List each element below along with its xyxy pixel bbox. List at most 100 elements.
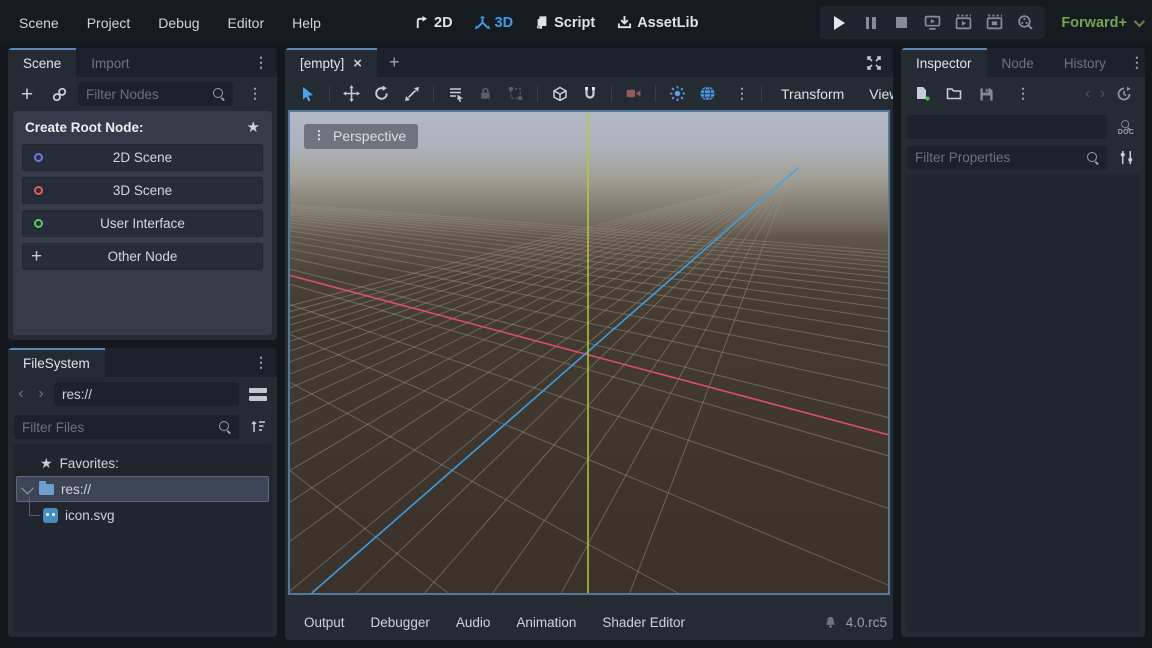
workspace-script-button[interactable]: Script (535, 15, 595, 31)
3d-viewport[interactable]: ⋮ Perspective (288, 110, 890, 595)
bottom-panel-bar: Output Debugger Audio Animation Shader E… (285, 604, 893, 640)
stop-button[interactable] (891, 12, 913, 34)
create-2d-scene-button[interactable]: 2D Scene (22, 144, 263, 171)
doc-search-icon (1120, 119, 1131, 130)
notification-bell-icon[interactable] (823, 615, 838, 630)
open-docs-button[interactable]: DOC (1113, 118, 1139, 136)
history-back-button[interactable]: ‹ (14, 385, 28, 403)
tree-item-root[interactable]: res:// (16, 476, 269, 502)
play-scene-button[interactable] (952, 12, 974, 34)
pause-button[interactable] (860, 12, 882, 34)
menu-scene[interactable]: Scene (14, 15, 73, 31)
play-scene-icon (955, 14, 972, 31)
tab-scene[interactable]: Scene (8, 48, 76, 77)
scene-dock-menu-button[interactable]: ⋮ (245, 48, 277, 77)
menu-debug[interactable]: Debug (144, 15, 213, 31)
create-other-node-button[interactable]: + Other Node (22, 243, 263, 270)
resource-name-field[interactable] (907, 115, 1107, 139)
edit-back-button[interactable]: ‹ (1081, 85, 1094, 103)
renderer-select[interactable]: Forward+ (1061, 0, 1142, 45)
close-tab-icon[interactable]: × (353, 55, 362, 72)
scale-tool-button[interactable] (398, 81, 425, 107)
tree-item-icon-svg[interactable]: icon.svg (13, 502, 272, 528)
workspace-3d-button[interactable]: 3D (475, 15, 514, 31)
view-menu[interactable]: View (858, 86, 893, 102)
bottom-tab-animation[interactable]: Animation (503, 615, 589, 630)
menu-help[interactable]: Help (278, 15, 335, 31)
create-3d-scene-button[interactable]: 3D Scene (22, 177, 263, 204)
tab-inspector[interactable]: Inspector (901, 48, 987, 77)
property-tools-button[interactable] (1113, 146, 1139, 170)
filter-files-input[interactable]: Filter Files (14, 415, 239, 439)
camera-preview-button[interactable] (620, 81, 647, 107)
tab-node[interactable]: Node (987, 48, 1049, 77)
chevron-down-icon[interactable] (21, 481, 34, 494)
tab-history[interactable]: History (1049, 48, 1121, 77)
search-icon (212, 87, 226, 101)
favorites-header[interactable]: ★ Favorites: (13, 450, 272, 476)
assetlib-workspace-icon (617, 15, 632, 30)
create-user-interface-button[interactable]: User Interface (22, 210, 263, 237)
rotate-tool-button[interactable] (368, 81, 395, 107)
add-node-button[interactable]: + (14, 82, 40, 106)
scene-tab-empty[interactable]: [empty] × (285, 48, 377, 77)
menu-project[interactable]: Project (73, 15, 145, 31)
inspector-dock-menu-button[interactable]: ⋮ (1121, 48, 1145, 77)
new-scene-tab-button[interactable]: + (377, 48, 412, 77)
transform-menu[interactable]: Transform (770, 86, 855, 102)
toggle-split-mode-button[interactable] (245, 382, 271, 406)
move-tool-button[interactable] (338, 81, 365, 107)
snap-button[interactable] (576, 81, 603, 107)
play-custom-scene-button[interactable] (983, 12, 1005, 34)
workspace-assetlib-button[interactable]: AssetLib (617, 15, 698, 31)
bottom-tab-output[interactable]: Output (291, 615, 358, 630)
load-resource-button[interactable] (941, 82, 967, 106)
sort-files-button[interactable] (245, 415, 271, 439)
select-tool-button[interactable] (294, 81, 321, 107)
select-cursor-icon (300, 86, 316, 102)
scene-toolbar: + Filter Nodes ⋮ (8, 77, 277, 111)
history-forward-button[interactable]: › (34, 385, 48, 403)
create-root-node-panel: Create Root Node: ★ 2D Scene 3D Scene Us… (13, 111, 272, 335)
new-resource-button[interactable] (909, 82, 935, 106)
local-space-button[interactable] (546, 81, 573, 107)
renderer-label: Forward+ (1061, 15, 1127, 31)
filter-properties-input[interactable]: Filter Properties (907, 146, 1107, 170)
save-resource-button[interactable] (973, 82, 999, 106)
bottom-tab-audio[interactable]: Audio (443, 615, 504, 630)
group-button[interactable] (502, 81, 529, 107)
bottom-tab-shader-editor[interactable]: Shader Editor (589, 615, 698, 630)
workspace-2d-button[interactable]: 2D (414, 15, 453, 31)
preview-sunlight-button[interactable] (664, 81, 691, 107)
perspective-menu-button[interactable]: ⋮ Perspective (304, 124, 418, 149)
bottom-tab-debugger[interactable]: Debugger (358, 615, 443, 630)
edit-forward-button[interactable]: › (1096, 85, 1109, 103)
preview-environment-button[interactable] (694, 81, 721, 107)
filesystem-dock-menu-button[interactable]: ⋮ (245, 348, 277, 377)
instantiate-scene-button[interactable] (46, 82, 72, 106)
play-button[interactable] (829, 12, 851, 34)
stop-icon (896, 17, 907, 28)
resource-menu-button[interactable]: ⋮ (1007, 90, 1039, 98)
favorites-star-icon[interactable]: ★ (247, 118, 260, 136)
current-path-field[interactable]: res:// (54, 382, 239, 406)
control-node-icon (34, 219, 43, 228)
2d-workspace-icon (414, 15, 429, 30)
filter-nodes-input[interactable]: Filter Nodes (78, 82, 233, 106)
local-space-cube-icon (552, 86, 568, 102)
inspector-dock: Inspector Node History ⋮ ⋮ ‹ › (901, 48, 1145, 637)
scene-dock-tabs: Scene Import ⋮ (8, 48, 277, 77)
remote-play-icon (924, 14, 941, 31)
lock-button[interactable] (472, 81, 499, 107)
workspace-switcher: 2D 3D Script AssetLib (414, 0, 698, 45)
object-history-button[interactable] (1111, 82, 1137, 106)
viewport-options-menu-button[interactable]: ⋮ (726, 90, 758, 98)
menu-editor[interactable]: Editor (214, 15, 279, 31)
tab-filesystem[interactable]: FileSystem (8, 348, 105, 377)
remote-play-button[interactable] (922, 12, 944, 34)
scene-toolbar-menu-button[interactable]: ⋮ (239, 90, 271, 98)
movie-maker-button[interactable] (1014, 12, 1036, 34)
list-select-button[interactable] (442, 81, 469, 107)
expand-viewport-button[interactable] (855, 48, 893, 77)
tab-import[interactable]: Import (76, 48, 144, 77)
